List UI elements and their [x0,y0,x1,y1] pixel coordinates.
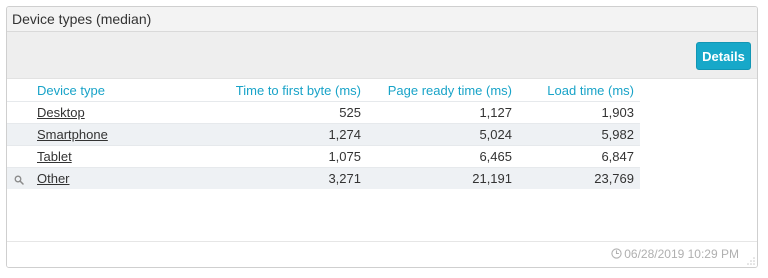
device-type-cell: Other [31,167,207,189]
table-row[interactable]: Other 3,271 21,191 23,769 [7,167,640,189]
device-types-panel: Device types (median) Details Device typ… [6,6,758,268]
panel-title: Device types (median) [7,7,757,32]
device-type-cell: Smartphone [31,123,207,146]
timestamp-text: 06/28/2019 10:29 PM [624,247,739,261]
load-time-cell: 6,847 [518,145,640,168]
column-header-device-type[interactable]: Device type [31,79,207,102]
device-type-link[interactable]: Tablet [37,149,72,164]
ttfb-cell: 525 [207,101,367,124]
load-time-cell: 23,769 [518,167,640,189]
panel-footer: 06/28/2019 10:29 PM [7,241,757,267]
ttfb-cell: 3,271 [207,167,367,189]
load-time-cell: 5,982 [518,123,640,146]
device-type-cell: Desktop [31,101,207,124]
timestamp: 06/28/2019 10:29 PM [611,246,739,262]
page-ready-cell: 5,024 [367,123,518,146]
ttfb-cell: 1,274 [207,123,367,146]
ttfb-cell: 1,075 [207,145,367,168]
row-icon-cell [7,123,31,146]
column-header-load-time[interactable]: Load time (ms) [518,79,640,102]
device-type-cell: Tablet [31,145,207,168]
page-ready-cell: 6,465 [367,145,518,168]
resize-grip-icon[interactable] [747,257,755,265]
table-row[interactable]: Tablet 1,075 6,465 6,847 [7,145,640,168]
table-header-row: Device type Time to first byte (ms) Page… [7,79,640,102]
column-header-ttfb[interactable]: Time to first byte (ms) [207,79,367,102]
table-row[interactable]: Desktop 525 1,127 1,903 [7,101,640,124]
device-types-table: Device type Time to first byte (ms) Page… [7,79,640,189]
panel-toolbar: Details [7,32,757,79]
device-type-link[interactable]: Other [37,171,70,186]
page-ready-cell: 1,127 [367,101,518,124]
load-time-cell: 1,903 [518,101,640,124]
magnifier-icon[interactable] [14,175,24,185]
device-type-link[interactable]: Smartphone [37,127,108,142]
device-type-link[interactable]: Desktop [37,105,85,120]
row-icon-cell [7,101,31,124]
table-row[interactable]: Smartphone 1,274 5,024 5,982 [7,123,640,146]
icon-column-header [7,79,31,102]
page-ready-cell: 21,191 [367,167,518,189]
details-button[interactable]: Details [696,42,751,70]
clock-icon [611,248,622,259]
row-icon-cell [7,145,31,168]
row-icon-cell[interactable] [7,167,31,189]
column-header-page-ready[interactable]: Page ready time (ms) [367,79,518,102]
